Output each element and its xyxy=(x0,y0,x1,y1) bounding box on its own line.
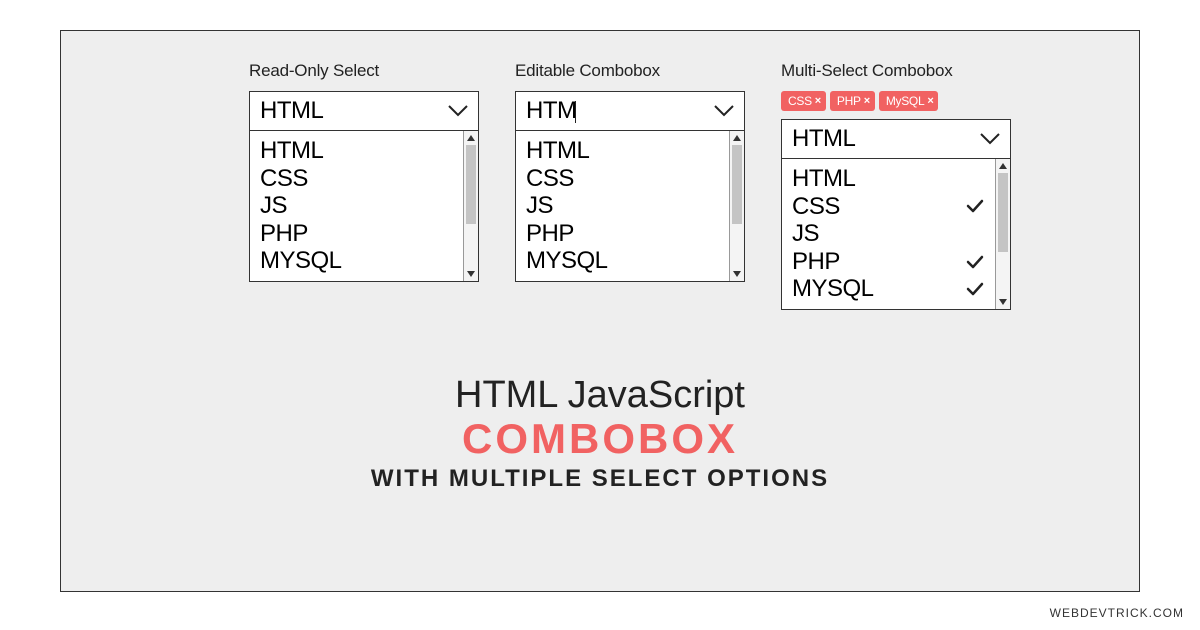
multi-column: Multi-Select Combobox CSS× PHP× MySQL× H… xyxy=(781,61,1011,310)
multi-label: Multi-Select Combobox xyxy=(781,61,1011,81)
tag-chip[interactable]: CSS× xyxy=(781,91,826,111)
list-item[interactable]: JS xyxy=(792,220,995,248)
option-label: HTML xyxy=(792,165,855,193)
chevron-down-icon[interactable] xyxy=(712,101,736,121)
scrollbar-track[interactable] xyxy=(996,173,1010,295)
readonly-dropdown: HTML CSS JS PHP MYSQL xyxy=(249,131,479,282)
scrollbar-track[interactable] xyxy=(730,145,744,267)
scroll-up-icon[interactable] xyxy=(730,131,744,145)
close-icon[interactable]: × xyxy=(815,95,821,107)
multi-select[interactable]: HTML xyxy=(781,119,1011,159)
list-item[interactable]: JS xyxy=(260,192,463,220)
scroll-up-icon[interactable] xyxy=(996,159,1010,173)
option-label: MYSQL xyxy=(792,275,874,303)
list-item[interactable]: PHP xyxy=(260,220,463,248)
multi-value: HTML xyxy=(792,125,855,153)
scrollbar[interactable] xyxy=(729,131,744,281)
tag-label: CSS xyxy=(788,94,812,108)
tag-chip[interactable]: MySQL× xyxy=(879,91,939,111)
list-item[interactable]: PHP xyxy=(526,220,729,248)
option-label: CSS xyxy=(792,193,840,221)
editable-dropdown: HTML CSS JS PHP MYSQL xyxy=(515,131,745,282)
list-item[interactable]: HTML xyxy=(260,137,463,165)
editable-value: HTM xyxy=(526,97,576,125)
chevron-down-icon[interactable] xyxy=(978,129,1002,149)
editable-column: Editable Combobox HTM HTML CSS JS PHP MY… xyxy=(515,61,745,310)
readonly-value: HTML xyxy=(260,97,323,125)
list-item[interactable]: MYSQL xyxy=(792,275,995,303)
scroll-down-icon[interactable] xyxy=(996,295,1010,309)
headline-line3: WITH MULTIPLE SELECT OPTIONS xyxy=(95,465,1105,493)
checkmark-icon xyxy=(965,279,985,299)
tag-label: MySQL xyxy=(886,94,925,108)
editable-combobox: HTM HTML CSS JS PHP MYSQL xyxy=(515,91,745,282)
list-item[interactable]: HTML xyxy=(792,165,995,193)
combobox-row: Read-Only Select HTML HTML CSS JS PHP MY… xyxy=(155,61,1105,310)
list-item[interactable]: MYSQL xyxy=(526,247,729,275)
list-item[interactable]: CSS xyxy=(792,193,995,221)
editable-options: HTML CSS JS PHP MYSQL xyxy=(516,131,729,281)
tag-label: PHP xyxy=(837,94,861,108)
list-item[interactable]: PHP xyxy=(792,248,995,276)
checkmark-icon xyxy=(965,252,985,272)
close-icon[interactable]: × xyxy=(927,95,933,107)
close-icon[interactable]: × xyxy=(864,95,870,107)
list-item[interactable]: JS xyxy=(526,192,729,220)
headline-line2: COMBOBOX xyxy=(95,415,1105,463)
watermark: WEBDEVTRICK.COM xyxy=(1050,606,1184,620)
readonly-combobox: HTML HTML CSS JS PHP MYSQL xyxy=(249,91,479,282)
headline-block: HTML JavaScript COMBOBOX WITH MULTIPLE S… xyxy=(95,374,1105,493)
readonly-select[interactable]: HTML xyxy=(249,91,479,131)
list-item[interactable]: HTML xyxy=(526,137,729,165)
list-item[interactable]: CSS xyxy=(260,165,463,193)
list-item[interactable]: CSS xyxy=(526,165,729,193)
readonly-column: Read-Only Select HTML HTML CSS JS PHP MY… xyxy=(249,61,479,310)
scrollbar-thumb[interactable] xyxy=(466,145,476,224)
text-cursor-icon xyxy=(575,101,576,123)
selected-tags: CSS× PHP× MySQL× xyxy=(781,91,1011,111)
scroll-down-icon[interactable] xyxy=(730,267,744,281)
headline-line1: HTML JavaScript xyxy=(95,374,1105,417)
editable-label: Editable Combobox xyxy=(515,61,745,81)
scrollbar-track[interactable] xyxy=(464,145,478,267)
checkmark-icon xyxy=(965,196,985,216)
scrollbar[interactable] xyxy=(463,131,478,281)
multi-options: HTML CSS JS PHP MYSQL xyxy=(782,159,995,309)
tag-chip[interactable]: PHP× xyxy=(830,91,875,111)
scroll-down-icon[interactable] xyxy=(464,267,478,281)
multi-dropdown: HTML CSS JS PHP MYSQL xyxy=(781,159,1011,310)
multi-combobox: HTML HTML CSS JS PHP MYSQL xyxy=(781,119,1011,310)
scrollbar-thumb[interactable] xyxy=(732,145,742,224)
editable-text: HTM xyxy=(526,97,576,124)
editable-input[interactable]: HTM xyxy=(515,91,745,131)
content-frame: Read-Only Select HTML HTML CSS JS PHP MY… xyxy=(60,30,1140,592)
chevron-down-icon[interactable] xyxy=(446,101,470,121)
readonly-label: Read-Only Select xyxy=(249,61,479,81)
scrollbar[interactable] xyxy=(995,159,1010,309)
scroll-up-icon[interactable] xyxy=(464,131,478,145)
list-item[interactable]: MYSQL xyxy=(260,247,463,275)
readonly-options: HTML CSS JS PHP MYSQL xyxy=(250,131,463,281)
option-label: PHP xyxy=(792,248,840,276)
scrollbar-thumb[interactable] xyxy=(998,173,1008,252)
option-label: JS xyxy=(792,220,819,248)
